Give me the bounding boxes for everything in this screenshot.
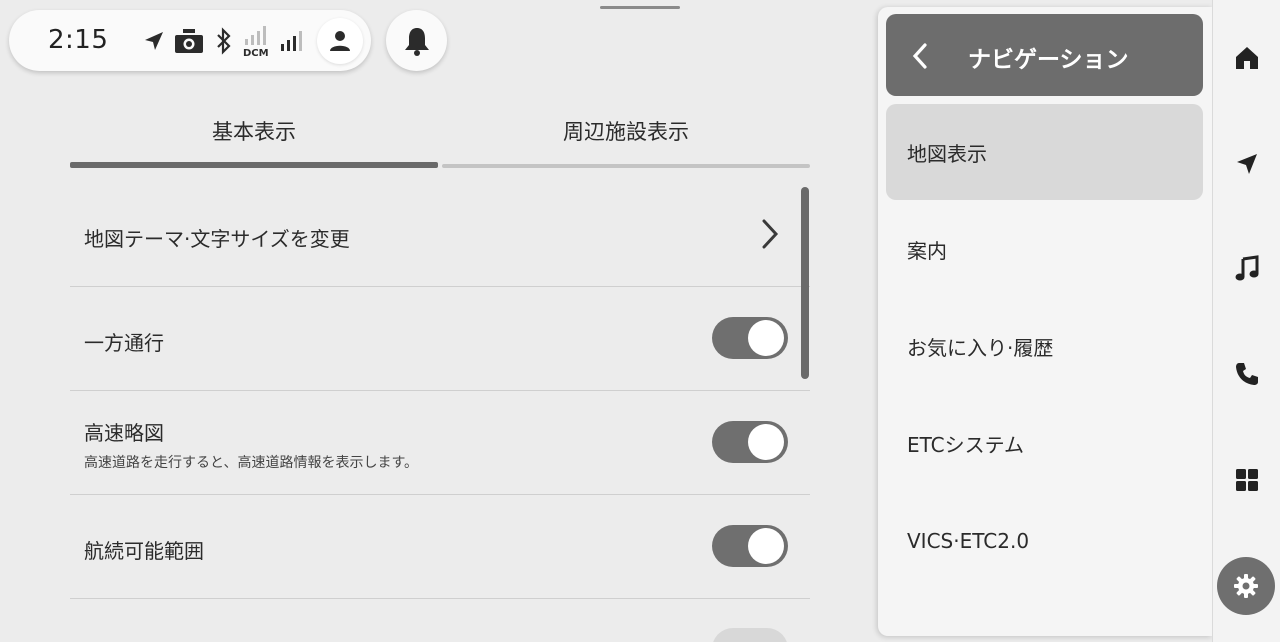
tab-basic-display[interactable]: 基本表示 [70, 108, 438, 169]
user-icon [330, 31, 350, 51]
toggle-knob [748, 320, 784, 356]
side-item-label: 地図表示 [907, 141, 987, 166]
tab-nearby-facilities[interactable]: 周辺施設表示 [442, 108, 810, 169]
music-button[interactable] [1227, 249, 1267, 289]
nav-rail [1212, 0, 1280, 642]
setting-row-map-theme[interactable]: 地図テーマ·文字サイズを変更 [70, 183, 810, 287]
signal-icon [279, 28, 307, 56]
tab-active-indicator [70, 162, 438, 168]
settings-gear-icon [1234, 574, 1258, 598]
highway-map-toggle[interactable] [712, 421, 788, 463]
chevron-right-icon [760, 217, 780, 255]
setting-title: 地図テーマ·文字サイズを変更 [84, 227, 350, 251]
one-way-toggle[interactable] [712, 317, 788, 359]
navigation-button[interactable] [1227, 144, 1267, 184]
tab-inactive-indicator [442, 164, 810, 168]
side-item-etc-system[interactable]: ETCシステム [886, 395, 1203, 491]
cruising-range-toggle[interactable] [712, 525, 788, 567]
navigation-arrow-icon [142, 29, 166, 57]
tab-label: 周辺施設表示 [563, 120, 689, 144]
home-button[interactable] [1227, 38, 1267, 78]
side-item-map-display[interactable]: 地図表示 [886, 104, 1203, 200]
toggle-knob [748, 528, 784, 564]
setting-subtitle: 高速道路を走行すると、高速道路情報を表示します。 [84, 455, 419, 471]
side-item-label: お気に入り·履歴 [907, 335, 1054, 360]
side-panel-header[interactable]: ナビゲーション [886, 14, 1203, 96]
apps-grid-icon [1236, 469, 1258, 491]
side-item-label: ETCシステム [907, 432, 1025, 457]
setting-title: 航続可能範囲 [84, 539, 204, 563]
phone-icon [1236, 363, 1258, 385]
user-profile-button[interactable] [317, 18, 363, 64]
music-icon [1235, 255, 1259, 281]
clock: 2:15 [48, 25, 109, 55]
navigation-side-panel: ナビゲーション 地図表示 案内 お気に入り·履歴 ETCシステム VICS·ET… [878, 7, 1212, 636]
partial-toggle[interactable] [712, 628, 788, 642]
setting-row-cruising-range: 航続可能範囲 [70, 495, 810, 599]
side-item-guidance[interactable]: 案内 [886, 201, 1203, 297]
side-panel-title: ナビゲーション [968, 47, 1129, 73]
drag-handle[interactable] [600, 6, 680, 9]
side-item-label: 案内 [907, 238, 947, 263]
setting-row-highway-map: 高速略図 高速道路を走行すると、高速道路情報を表示します。 [70, 391, 810, 495]
settings-button[interactable] [1217, 557, 1275, 615]
toggle-knob [748, 424, 784, 460]
setting-row-one-way: 一方通行 [70, 287, 810, 391]
signal-dcm-icon [243, 24, 271, 50]
bluetooth-icon [215, 27, 233, 59]
dcm-label: DCM [243, 48, 269, 59]
chevron-left-icon[interactable] [912, 42, 928, 74]
side-item-label: VICS·ETC2.0 [907, 529, 1030, 553]
side-item-vics-etc[interactable]: VICS·ETC2.0 [886, 493, 1203, 589]
navigation-icon [1237, 154, 1257, 174]
apps-button[interactable] [1227, 460, 1267, 500]
setting-title: 一方通行 [84, 331, 164, 355]
bell-icon [404, 27, 429, 56]
home-icon [1236, 47, 1258, 69]
camera-icon [174, 28, 204, 58]
status-bar: 2:15 DCM [9, 10, 371, 71]
phone-button[interactable] [1227, 354, 1267, 394]
scrollbar[interactable] [801, 187, 809, 379]
tab-label: 基本表示 [212, 120, 296, 144]
side-item-favorites-history[interactable]: お気に入り·履歴 [886, 298, 1203, 394]
notifications-button[interactable] [386, 10, 447, 71]
setting-title: 高速略図 [84, 421, 164, 445]
